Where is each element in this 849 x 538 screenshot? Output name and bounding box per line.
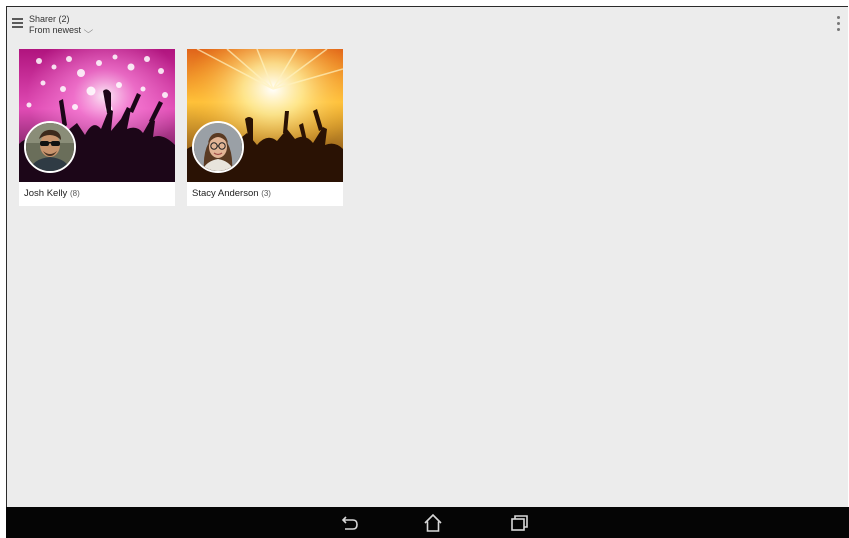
sharer-label: Josh Kelly (8) <box>24 188 80 199</box>
hamburger-icon[interactable] <box>12 18 23 28</box>
screen: Sharer (2) From newest ⌵ Josh Kelly (8) … <box>0 0 849 538</box>
concert-cover-image <box>19 49 175 182</box>
back-icon[interactable] <box>338 512 360 534</box>
sharer-avatar <box>24 121 76 173</box>
album-header[interactable]: Sharer (2) From newest ⌵ <box>29 14 94 36</box>
recent-apps-icon[interactable] <box>508 512 530 534</box>
concert-cover-image <box>187 49 343 182</box>
sharer-card[interactable]: Stacy Anderson (3) <box>187 49 343 206</box>
shared-count: (3) <box>261 189 271 198</box>
home-icon[interactable] <box>422 512 444 534</box>
sharer-name: Stacy Anderson <box>192 188 259 199</box>
album-title: Sharer (2) <box>29 14 70 24</box>
gallery-app: Sharer (2) From newest ⌵ Josh Kelly (8) … <box>6 6 848 507</box>
sort-label: From newest <box>29 25 82 35</box>
sharer-card[interactable]: Josh Kelly (8) <box>19 49 175 206</box>
sharer-label: Stacy Anderson (3) <box>192 188 271 199</box>
sharer-avatar <box>192 121 244 173</box>
navigation-bar <box>6 507 849 538</box>
more-vertical-icon[interactable] <box>836 16 842 34</box>
sort-selector[interactable]: From newest ⌵ <box>29 25 94 36</box>
chevron-down-icon: ⌵ <box>83 25 94 35</box>
sharer-name: Josh Kelly <box>24 188 68 199</box>
shared-count: (8) <box>69 189 80 198</box>
